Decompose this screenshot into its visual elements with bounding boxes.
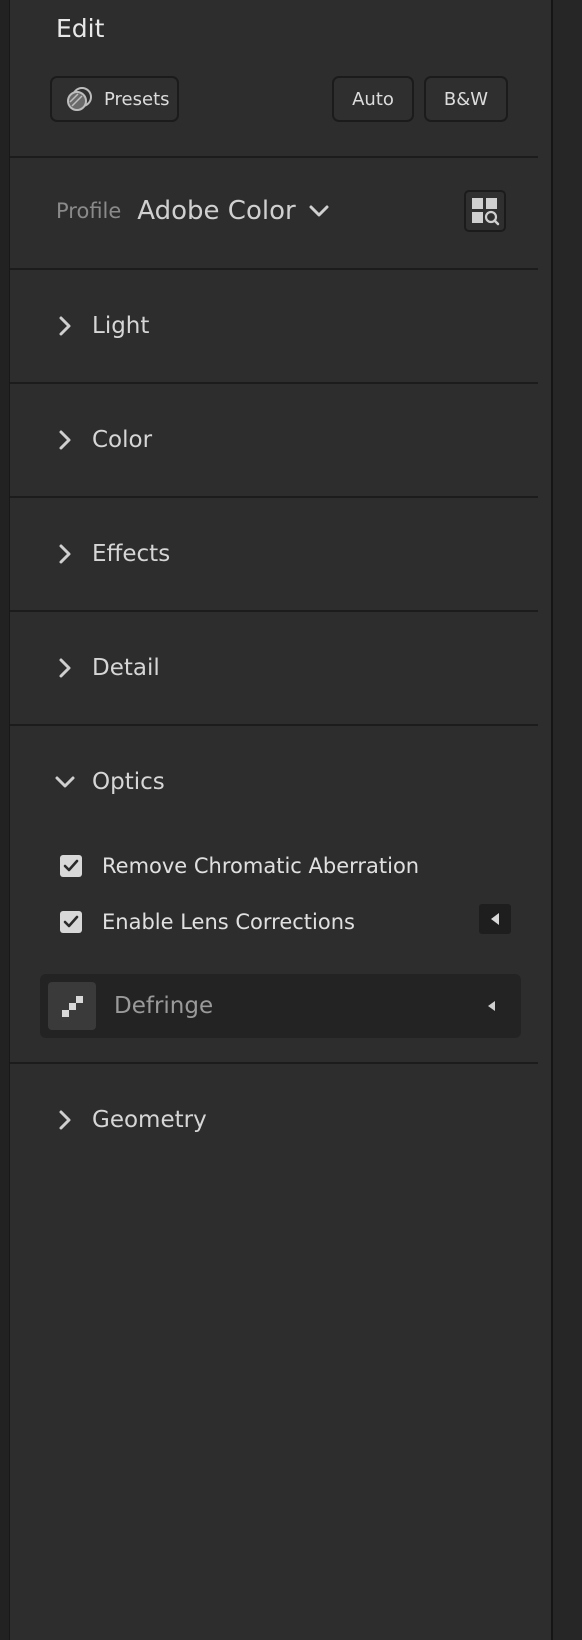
presets-button[interactable]: Presets xyxy=(50,76,179,122)
section-color[interactable]: Color xyxy=(10,410,538,470)
section-detail[interactable]: Detail xyxy=(10,638,538,698)
divider xyxy=(10,156,538,158)
profile-dropdown[interactable]: Adobe Color xyxy=(137,196,295,226)
section-optics-label: Optics xyxy=(92,769,165,795)
chevron-down-icon[interactable] xyxy=(306,198,332,224)
triangle-left-icon[interactable] xyxy=(483,998,499,1014)
divider xyxy=(10,496,538,498)
profile-browser-button[interactable] xyxy=(464,190,506,232)
enable-lens-corrections-row[interactable]: Enable Lens Corrections xyxy=(60,910,355,934)
section-effects-label: Effects xyxy=(92,541,171,567)
section-geometry-label: Geometry xyxy=(92,1107,207,1133)
section-light[interactable]: Light xyxy=(10,296,538,356)
checkmark-icon xyxy=(63,915,79,928)
lens-corrections-expand-button[interactable] xyxy=(479,904,511,934)
section-optics[interactable]: Optics xyxy=(10,752,538,812)
divider xyxy=(10,268,538,270)
edit-panel: Edit Presets Auto B&W Profile Adobe Colo… xyxy=(0,0,582,1640)
chevron-right-icon xyxy=(59,544,71,564)
divider xyxy=(10,1062,538,1064)
chevron-right-icon xyxy=(59,316,71,336)
divider xyxy=(10,610,538,612)
presets-label: Presets xyxy=(104,88,170,110)
chevron-right-icon xyxy=(59,430,71,450)
defringe-label: Defringe xyxy=(114,993,214,1019)
chevron-down-icon xyxy=(55,776,75,788)
section-light-label: Light xyxy=(92,313,150,339)
right-edge xyxy=(551,0,582,1640)
section-color-label: Color xyxy=(92,427,153,453)
triangle-left-icon xyxy=(491,913,499,925)
profile-label: Profile xyxy=(56,199,122,223)
defringe-panel[interactable]: Defringe xyxy=(40,974,521,1038)
left-edge xyxy=(0,0,10,1640)
chevron-right-icon xyxy=(59,1110,71,1130)
auto-button[interactable]: Auto xyxy=(332,76,414,122)
divider xyxy=(10,724,538,726)
chevron-right-icon xyxy=(59,658,71,678)
presets-icon xyxy=(67,87,92,111)
profile-row: Profile Adobe Color xyxy=(56,196,332,226)
remove-chromatic-aberration-checkbox[interactable] xyxy=(60,855,82,877)
checkmark-icon xyxy=(63,859,79,872)
remove-chromatic-aberration-label: Remove Chromatic Aberration xyxy=(102,854,420,878)
enable-lens-corrections-label: Enable Lens Corrections xyxy=(102,910,355,934)
section-detail-label: Detail xyxy=(92,655,160,681)
section-geometry[interactable]: Geometry xyxy=(10,1090,538,1150)
grid-search-icon xyxy=(472,198,500,226)
bw-button[interactable]: B&W xyxy=(424,76,508,122)
panel-title: Edit xyxy=(56,14,105,43)
defringe-icon xyxy=(48,982,96,1030)
remove-chromatic-aberration-row[interactable]: Remove Chromatic Aberration xyxy=(60,854,419,878)
enable-lens-corrections-checkbox[interactable] xyxy=(60,911,82,933)
section-effects[interactable]: Effects xyxy=(10,524,538,584)
divider xyxy=(10,382,538,384)
